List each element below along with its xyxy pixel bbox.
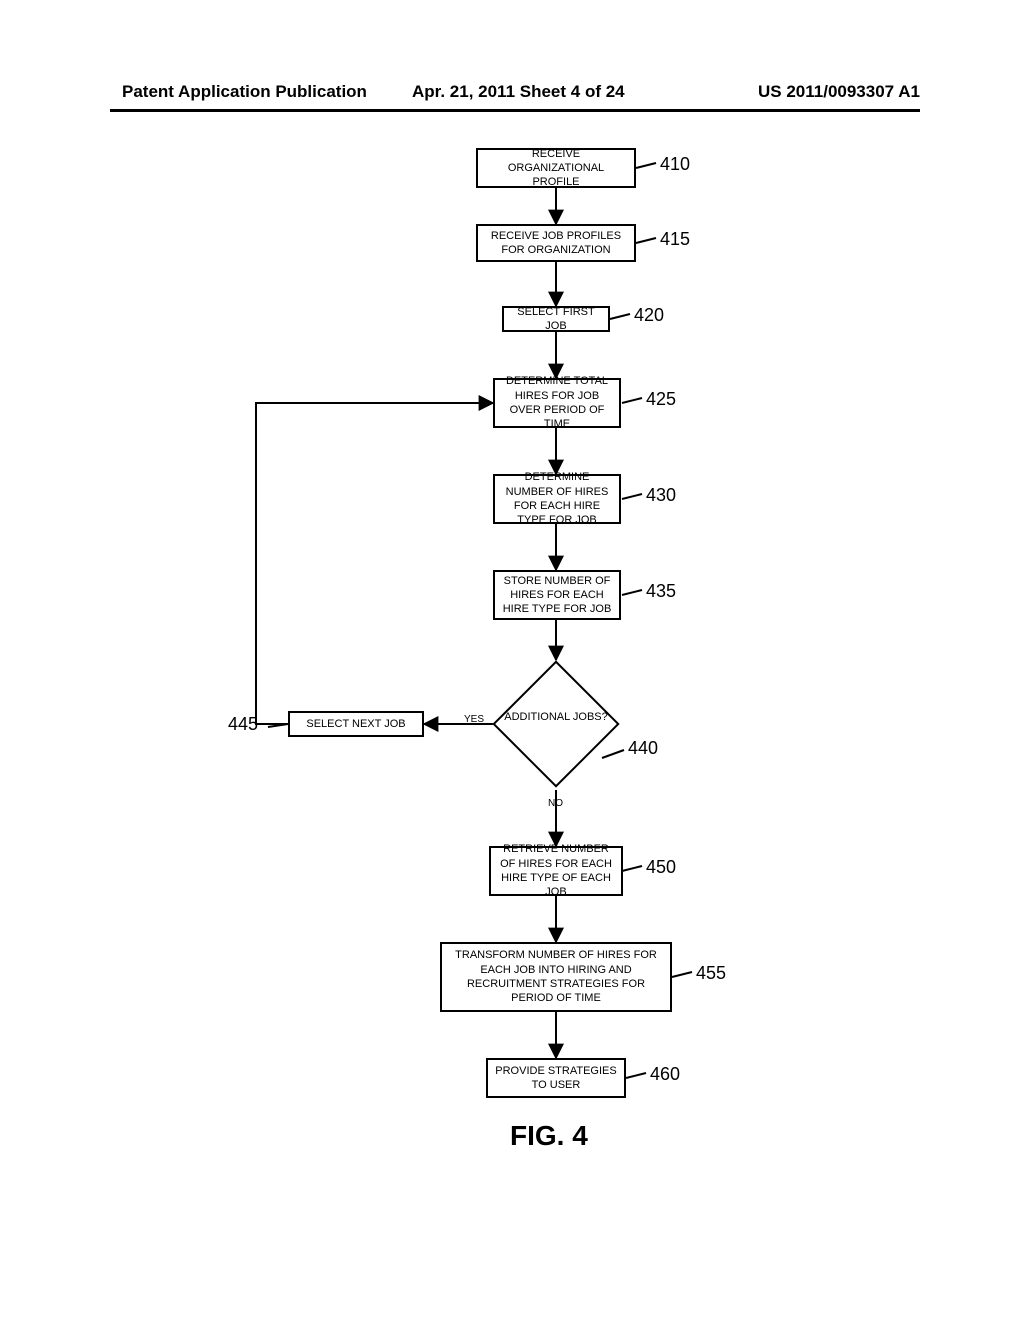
ref-455: 455 [696, 963, 726, 984]
step-420: SELECT FIRST JOB [502, 306, 610, 332]
ref-460: 460 [650, 1064, 680, 1085]
ref-430: 430 [646, 485, 676, 506]
step-410: RECEIVE ORGANIZATIONAL PROFILE [476, 148, 636, 188]
ref-445: 445 [228, 714, 258, 735]
ref-420: 420 [634, 305, 664, 326]
ref-450: 450 [646, 857, 676, 878]
ref-425: 425 [646, 389, 676, 410]
step-445: SELECT NEXT JOB [288, 711, 424, 737]
step-460: PROVIDE STRATEGIES TO USER [486, 1058, 626, 1098]
ref-440: 440 [628, 738, 658, 759]
edge-no: NO [548, 798, 563, 809]
header-right: US 2011/0093307 A1 [758, 82, 920, 102]
step-425: DETERMINE TOTAL HIRES FOR JOB OVER PERIO… [493, 378, 621, 428]
ref-435: 435 [646, 581, 676, 602]
decision-440-shape [492, 660, 619, 787]
patent-page: Patent Application Publication Apr. 21, … [0, 0, 1024, 1320]
ref-410: 410 [660, 154, 690, 175]
header-mid: Apr. 21, 2011 Sheet 4 of 24 [412, 82, 625, 102]
step-415: RECEIVE JOB PROFILES FOR ORGANIZATION [476, 224, 636, 262]
edge-yes: YES [464, 714, 484, 725]
step-435: STORE NUMBER OF HIRES FOR EACH HIRE TYPE… [493, 570, 621, 620]
header-left: Patent Application Publication [122, 82, 367, 102]
step-455: TRANSFORM NUMBER OF HIRES FOR EACH JOB I… [440, 942, 672, 1012]
ref-415: 415 [660, 229, 690, 250]
step-450: RETRIEVE NUMBER OF HIRES FOR EACH HIRE T… [489, 846, 623, 896]
figure-caption: FIG. 4 [510, 1120, 588, 1152]
step-430: DETERMINE NUMBER OF HIRES FOR EACH HIRE … [493, 474, 621, 524]
header-rule [110, 109, 920, 112]
page-header: Patent Application Publication Apr. 21, … [0, 82, 1024, 110]
